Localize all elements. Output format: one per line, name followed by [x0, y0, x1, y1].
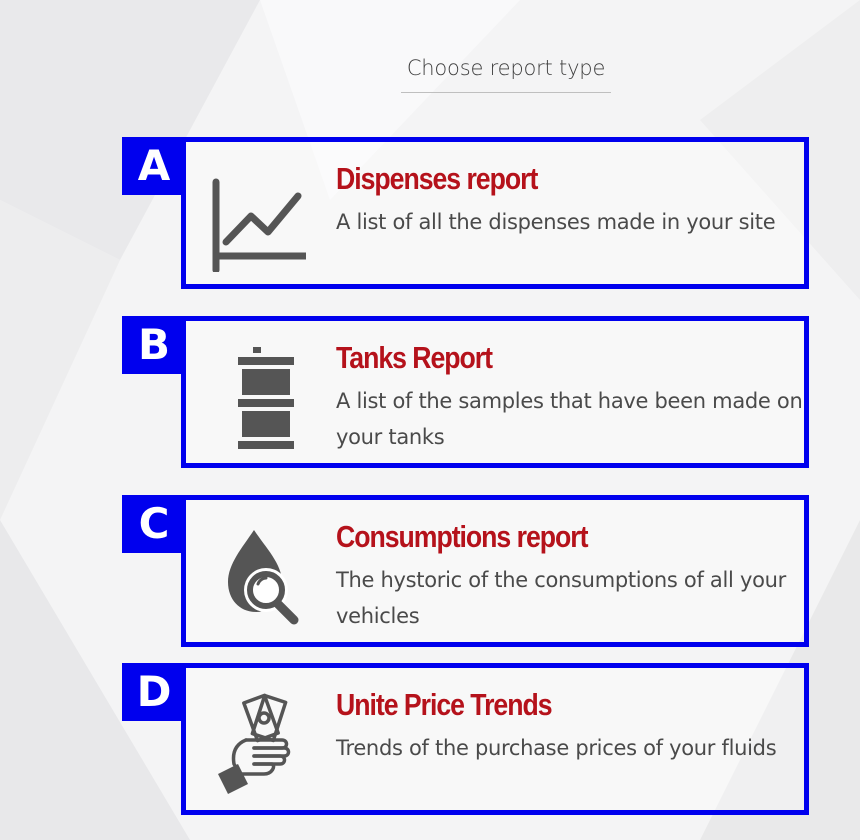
report-title: Consumptions report — [336, 519, 588, 554]
option-letter-badge: D — [122, 663, 186, 721]
option-letter-badge: B — [122, 316, 186, 374]
line-chart-icon — [212, 178, 306, 272]
page-header: Choose report type — [0, 56, 860, 93]
option-letter-badge: C — [122, 495, 186, 553]
option-letter-badge: A — [122, 137, 186, 195]
report-title: Unite Price Trends — [336, 687, 553, 722]
report-title: Tanks Report — [336, 340, 493, 375]
hand-money-icon — [218, 693, 291, 794]
barrel-icon — [238, 347, 294, 449]
report-description: Trends of the purchase prices of your fl… — [336, 736, 777, 760]
report-option-price-trends[interactable]: D Unite Price Trends Trends of the purch… — [122, 663, 809, 815]
page-title: Choose report type — [400, 56, 612, 93]
report-option-consumptions[interactable]: C Consumptions report The hystoric of th… — [122, 495, 809, 647]
drop-magnifier-icon — [228, 530, 299, 625]
report-description: A list of all the dispenses made in your… — [336, 210, 776, 234]
report-title: Dispenses report — [336, 161, 538, 196]
report-option-dispenses[interactable]: A Dispenses report A list of all the dis… — [122, 137, 809, 289]
report-description: A list of the samples that have been mad… — [336, 389, 803, 449]
report-option-tanks[interactable]: B Tanks Report A list of the samples tha… — [122, 316, 809, 468]
report-description: The hystoric of the consumptions of all … — [336, 568, 786, 628]
